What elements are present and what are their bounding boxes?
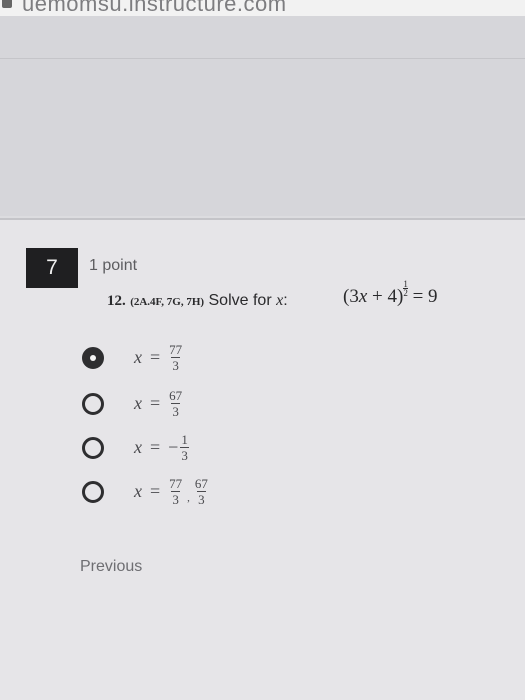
fraction-numerator: 77	[169, 342, 183, 357]
option-1-radio[interactable]	[82, 347, 104, 369]
exponent-fraction: 12	[403, 280, 408, 298]
option-fraction: 77 3	[168, 342, 183, 373]
standards-code: (2A.4F, 7G, 7H)	[130, 296, 205, 308]
question-panel	[0, 218, 525, 700]
option-2-radio[interactable]	[82, 393, 104, 415]
option-3-label[interactable]: x = − 1 3	[134, 432, 189, 463]
option-equals: =	[150, 481, 161, 501]
option-variable: x	[134, 393, 142, 413]
equation: (3x + 4)1 2 = 9	[343, 280, 438, 308]
fraction-denominator: 3	[171, 403, 180, 419]
equation-rhs: = 9	[407, 285, 438, 307]
fraction-denominator: 3	[171, 357, 180, 373]
prompt-text: Solve for	[208, 292, 272, 309]
exponent-denominator: 2	[403, 288, 408, 298]
option-equals: =	[150, 347, 161, 367]
option-3-radio[interactable]	[82, 437, 104, 459]
url-text: uemomsu.instructure.com	[22, 0, 287, 16]
question-points: 1 point	[89, 257, 138, 274]
fraction-numerator: 1	[181, 432, 188, 447]
equation-variable: x	[358, 285, 368, 307]
question-divider	[0, 218, 525, 220]
option-equals: =	[150, 437, 161, 457]
option-1-label[interactable]: x = 77 3	[134, 342, 183, 373]
page-header-area	[0, 16, 525, 216]
option-fraction: 67 3	[168, 388, 183, 419]
fraction-denominator: 3	[171, 491, 180, 507]
option-equals: =	[150, 393, 161, 413]
question-prompt: 12. (2A.4F, 7G, 7H) Solve for x:	[107, 292, 288, 310]
option-negative-sign: −	[168, 437, 179, 457]
option-fraction-second: 67 3	[194, 476, 209, 507]
option-variable: x	[134, 347, 142, 367]
fraction-numerator: 67	[194, 476, 208, 491]
option-4-label[interactable]: x = 77 3 , 67 3	[134, 476, 209, 507]
fraction-denominator: 3	[180, 447, 189, 463]
option-4-radio[interactable]	[82, 481, 104, 503]
equation-base: (3	[343, 285, 359, 307]
option-2-label[interactable]: x = 67 3	[134, 388, 183, 419]
prompt-colon: :	[283, 292, 288, 309]
fraction-denominator: 3	[197, 491, 206, 507]
option-fraction: 1 3	[180, 432, 189, 463]
header-divider	[0, 58, 525, 59]
lock-icon	[2, 0, 12, 8]
option-fraction: 77 3	[168, 476, 183, 507]
option-variable: x	[134, 481, 142, 501]
fraction-numerator: 77	[169, 476, 183, 491]
option-variable: x	[134, 437, 142, 457]
browser-url-bar[interactable]: uemomsu.instructure.com	[0, 0, 525, 16]
question-number-badge: 7	[26, 248, 78, 288]
option-separator: ,	[187, 491, 190, 504]
previous-button[interactable]: Previous	[80, 558, 142, 576]
equation-rest: + 4)	[367, 285, 404, 307]
fraction-numerator: 67	[169, 388, 183, 403]
item-number: 12.	[107, 293, 126, 309]
